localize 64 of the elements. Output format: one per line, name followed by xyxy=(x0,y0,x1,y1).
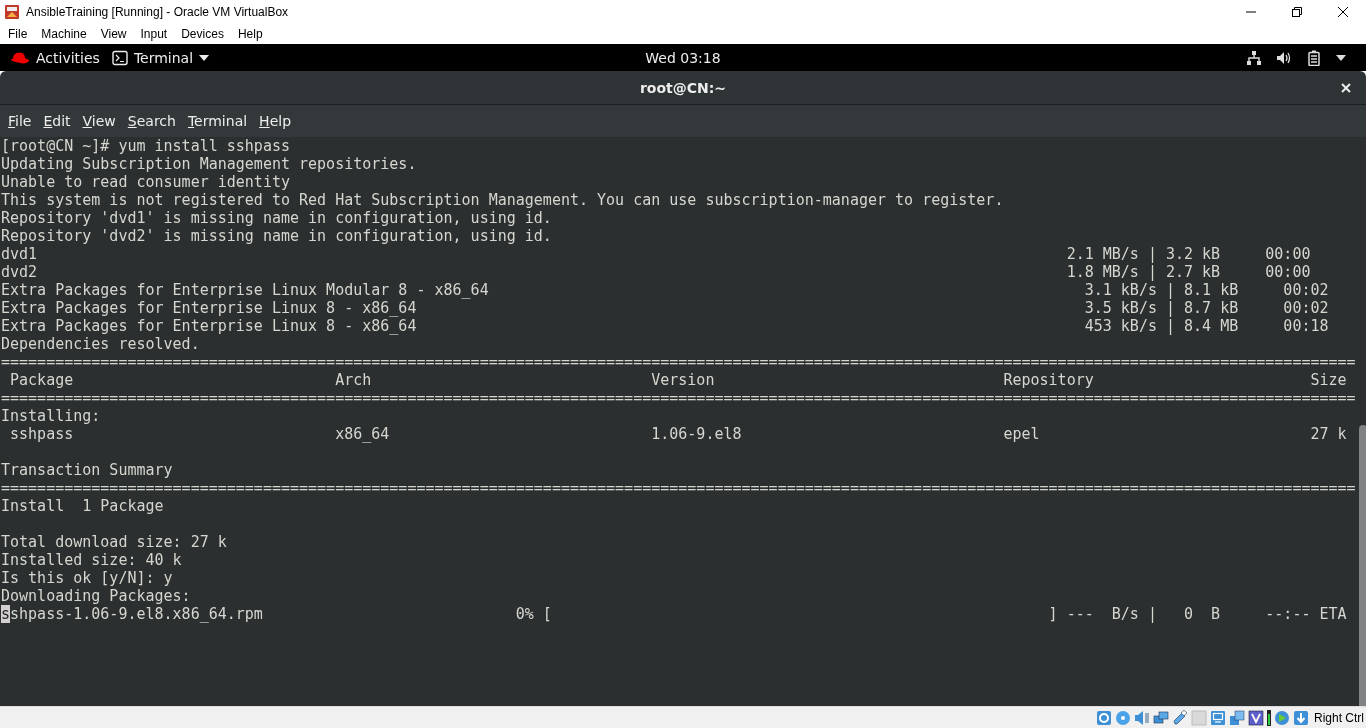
terminal-icon xyxy=(111,49,128,66)
terminal-line: [root@CN ~]# yum install sshpass xyxy=(1,137,290,155)
terminal-line: Package Arch Version Repository Size xyxy=(9,371,1347,389)
menu-item[interactable]: Edit xyxy=(38,113,76,129)
terminal-line: Dependencies resolved. xyxy=(1,335,200,353)
battery-icon[interactable] xyxy=(1306,49,1322,66)
clock[interactable]: Wed 03:18 xyxy=(645,49,721,66)
network-icon[interactable] xyxy=(1246,49,1262,66)
menu-item[interactable]: Terminal xyxy=(182,113,253,129)
chip-icon[interactable] xyxy=(1248,709,1264,726)
menu-item[interactable]: View xyxy=(77,113,121,129)
scrollbar-thumb[interactable] xyxy=(1358,425,1366,706)
terminal-line: Is this ok [y/N]: y xyxy=(1,569,173,587)
terminal-line: This system is not registered to Red Hat Subscription Management. You can use subscription-manager to register. xyxy=(1,191,1004,209)
terminal-line: Downloading Packages: xyxy=(1,587,191,605)
terminal-line: sshpass x86_64 1.06-9.el8 epel 27 k xyxy=(9,425,1347,443)
app-icon xyxy=(4,3,20,20)
minimize-icon xyxy=(1245,10,1257,13)
terminal-line: Installed size: 40 k xyxy=(1,551,182,569)
optical-disc-icon[interactable] xyxy=(1115,709,1131,726)
terminal-line: Repository 'dvd2' is missing name in configuration, using id. xyxy=(1,227,552,245)
menu-item[interactable]: Input xyxy=(133,26,175,41)
usb-icon[interactable] xyxy=(1172,709,1188,726)
close-icon xyxy=(1337,5,1349,18)
menu-item[interactable]: File xyxy=(3,113,37,129)
close-icon[interactable] xyxy=(1341,83,1351,93)
terminal-line: Updating Subscription Management repositories. xyxy=(1,155,417,173)
windows-icon[interactable] xyxy=(1229,709,1245,726)
restore-icon xyxy=(1291,5,1303,18)
terminal-line: ====================================================================================================================================================== xyxy=(1,479,1356,497)
terminal-line: dvd1 2.1 MB/s | 3.2 kB 00:00 xyxy=(1,245,1311,263)
menu-item[interactable]: Search xyxy=(122,113,181,129)
menu-item[interactable]: Help xyxy=(230,26,270,41)
terminal-line: dvd2 1.8 MB/s | 2.7 kB 00:00 xyxy=(1,263,1311,281)
terminal-line: ====================================================================================================================================================== xyxy=(1,353,1356,371)
hard-disk-icon[interactable] xyxy=(1096,709,1112,726)
window-title: AnsibleTraining [Running] - Oracle VM VirtualBox xyxy=(26,4,289,19)
menu-item[interactable]: Devices xyxy=(174,26,231,41)
terminal-title: root@CN:~ xyxy=(639,79,727,96)
hat-icon xyxy=(10,50,30,65)
terminal-line: Total download size: 27 k xyxy=(1,533,227,551)
caret-icon xyxy=(199,54,210,61)
audio-icon[interactable] xyxy=(1134,709,1150,726)
terminal-line: ====================================================================================================================================================== xyxy=(1,389,1356,407)
terminal-line: Extra Packages for Enterprise Linux 8 - x86_64 3.5 kB/s | 8.7 kB 00:02 xyxy=(1,299,1329,317)
activities-button[interactable]: Activities xyxy=(10,47,106,68)
terminal-line: Installing: xyxy=(1,407,101,425)
caret-icon[interactable] xyxy=(1336,54,1346,61)
terminal-line: Transaction Summary xyxy=(1,461,173,479)
terminal-line: Extra Packages for Enterprise Linux Modular 8 - x86_64 3.1 kB/s | 8.1 kB 00:02 xyxy=(1,281,1329,299)
terminal-line: Install 1 Package xyxy=(1,497,164,515)
menu-item[interactable]: Help xyxy=(254,113,297,129)
display-icon[interactable] xyxy=(1210,709,1226,726)
terminal-line: Unable to read consumer identity xyxy=(1,173,290,191)
terminal-line: Repository 'dvd1' is missing name in configuration, using id. xyxy=(1,209,552,227)
host-key-label: Right Ctrl xyxy=(1314,710,1364,725)
app-menu-button[interactable]: Terminal xyxy=(111,47,216,68)
activity-meter-icon xyxy=(1267,709,1271,726)
menu-item[interactable]: View xyxy=(93,26,134,41)
menu-item[interactable]: File xyxy=(1,26,35,41)
down-arrow-icon[interactable] xyxy=(1293,709,1309,726)
network-adapter-icon[interactable] xyxy=(1153,709,1169,726)
terminal-line: Extra Packages for Enterprise Linux 8 - x86_64 453 kB/s | 8.4 MB 00:18 xyxy=(1,317,1329,335)
menu-item[interactable]: Machine xyxy=(34,26,94,41)
